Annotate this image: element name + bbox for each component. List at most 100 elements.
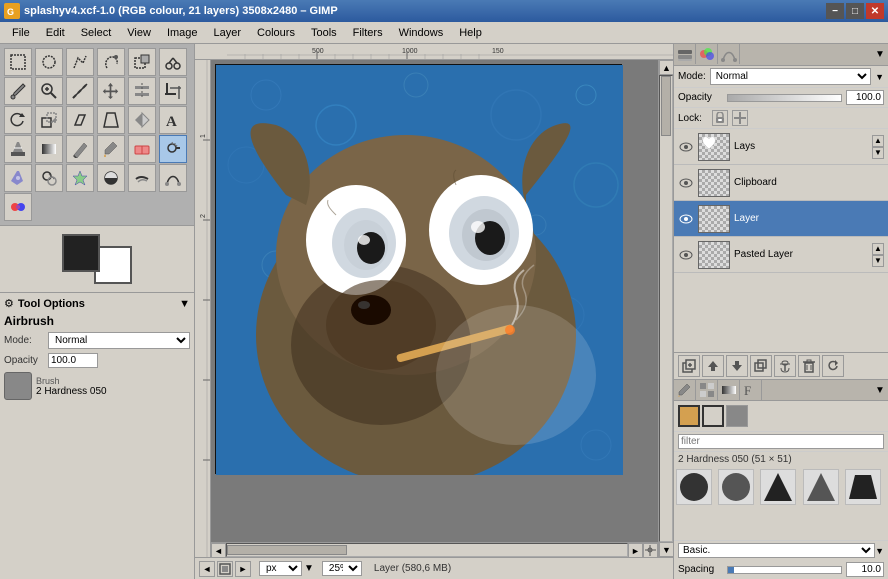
- menu-colours[interactable]: Colours: [249, 25, 303, 41]
- layer-item-lays[interactable]: Lays ▲ ▼: [674, 129, 888, 165]
- tab-patterns[interactable]: [696, 380, 718, 400]
- mode-select[interactable]: Normal: [48, 332, 190, 349]
- brush-swatch-dark[interactable]: [726, 405, 748, 427]
- lower-layer-btn[interactable]: [726, 355, 748, 377]
- tool-heal[interactable]: [66, 164, 94, 192]
- tool-move[interactable]: [97, 77, 125, 105]
- layer-opacity-input[interactable]: 100.0: [846, 90, 884, 105]
- brush-cell-2[interactable]: [718, 469, 754, 505]
- tool-airbrush[interactable]: [159, 135, 187, 163]
- layer-visibility-lays[interactable]: [678, 139, 694, 155]
- menu-tools[interactable]: Tools: [303, 25, 345, 41]
- menu-help[interactable]: Help: [451, 25, 490, 41]
- layer-item-clipboard[interactable]: Clipboard: [674, 165, 888, 201]
- duplicate-layer-btn[interactable]: [750, 355, 772, 377]
- raise-layer-btn[interactable]: [702, 355, 724, 377]
- tool-paintbrush[interactable]: [97, 135, 125, 163]
- tool-zoom[interactable]: [35, 77, 63, 105]
- tool-smudge[interactable]: [128, 164, 156, 192]
- layer-down-lays[interactable]: ▼: [872, 147, 884, 159]
- tool-perspective[interactable]: [97, 106, 125, 134]
- color-swatches[interactable]: [62, 234, 132, 284]
- menu-layer[interactable]: Layer: [206, 25, 250, 41]
- tool-bucket-fill[interactable]: [4, 135, 32, 163]
- tab-paths-icon[interactable]: [718, 44, 740, 64]
- menu-edit[interactable]: Edit: [38, 25, 73, 41]
- vscroll-track[interactable]: [659, 75, 673, 542]
- spacing-input[interactable]: 10.0: [846, 562, 884, 577]
- minimize-button[interactable]: −: [826, 3, 844, 19]
- brush-cell-4[interactable]: [803, 469, 839, 505]
- delete-layer-btn[interactable]: [798, 355, 820, 377]
- brush-filter-input[interactable]: [678, 434, 884, 449]
- brush-swatch-light[interactable]: [702, 405, 724, 427]
- spacing-slider[interactable]: [727, 566, 842, 574]
- tool-ellipse-select[interactable]: [35, 48, 63, 76]
- new-layer-btn[interactable]: [678, 355, 700, 377]
- tool-blend[interactable]: [35, 135, 63, 163]
- layer-visibility-layer[interactable]: [678, 211, 694, 227]
- lock-position-btn[interactable]: [732, 110, 748, 126]
- tool-ink[interactable]: [4, 164, 32, 192]
- tool-shear[interactable]: [66, 106, 94, 134]
- tool-measure[interactable]: [66, 77, 94, 105]
- menu-image[interactable]: Image: [159, 25, 206, 41]
- panel-menu-btn[interactable]: ▼: [872, 44, 888, 65]
- tab-fonts[interactable]: F: [740, 380, 762, 400]
- canvas-image[interactable]: [215, 64, 622, 474]
- tab-gradients[interactable]: [718, 380, 740, 400]
- tool-clone[interactable]: [35, 164, 63, 192]
- tool-crop[interactable]: [159, 77, 187, 105]
- tool-pencil[interactable]: [66, 135, 94, 163]
- menu-windows[interactable]: Windows: [391, 25, 452, 41]
- brush-swatch-gold[interactable]: [678, 405, 700, 427]
- tool-flip[interactable]: [128, 106, 156, 134]
- menu-view[interactable]: View: [119, 25, 159, 41]
- tool-free-select[interactable]: [66, 48, 94, 76]
- tab-brushes[interactable]: [674, 380, 696, 400]
- foreground-color[interactable]: [62, 234, 100, 272]
- menu-filters[interactable]: Filters: [345, 25, 391, 41]
- zoom-select[interactable]: 25% 50% 100%: [322, 561, 362, 576]
- nav-fit-btn[interactable]: [217, 561, 233, 577]
- vscroll-thumb[interactable]: [661, 76, 671, 136]
- unit-select[interactable]: px mm in: [259, 561, 302, 576]
- close-button[interactable]: ✕: [866, 3, 884, 19]
- tool-align[interactable]: [128, 77, 156, 105]
- tool-fuzzy-select[interactable]: [97, 48, 125, 76]
- tool-eraser[interactable]: [128, 135, 156, 163]
- tool-paths[interactable]: [159, 164, 187, 192]
- menu-file[interactable]: File: [4, 25, 38, 41]
- scroll-right-btn[interactable]: ►: [628, 543, 643, 557]
- brush-cell-1[interactable]: [676, 469, 712, 505]
- maximize-button[interactable]: □: [846, 3, 864, 19]
- scroll-corner-btn[interactable]: [643, 543, 658, 557]
- tool-rotate[interactable]: [4, 106, 32, 134]
- nav-next-btn[interactable]: ►: [235, 561, 251, 577]
- tool-scissors[interactable]: [159, 48, 187, 76]
- refresh-layer-btn[interactable]: [822, 355, 844, 377]
- layer-visibility-clipboard[interactable]: [678, 175, 694, 191]
- menu-select[interactable]: Select: [73, 25, 120, 41]
- opacity-input[interactable]: 100.0: [48, 353, 98, 368]
- hscroll-thumb[interactable]: [227, 545, 347, 555]
- tool-color-replace[interactable]: [4, 193, 32, 221]
- tool-rect-select[interactable]: [4, 48, 32, 76]
- brush-cell-5[interactable]: [845, 469, 881, 505]
- tab-channels-icon[interactable]: [696, 44, 718, 64]
- tool-foreground-select[interactable]: [128, 48, 156, 76]
- pasted-down-btn[interactable]: ▼: [872, 255, 884, 267]
- tool-scale[interactable]: [35, 106, 63, 134]
- hscroll-track[interactable]: [226, 543, 628, 557]
- layer-item-pasted[interactable]: Pasted Layer ▲ ▼: [674, 237, 888, 273]
- pasted-up-btn[interactable]: ▲: [872, 243, 884, 255]
- scroll-down-btn[interactable]: ▼: [659, 542, 673, 557]
- tool-text[interactable]: A: [159, 106, 187, 134]
- opacity-slider[interactable]: [727, 94, 842, 102]
- layer-visibility-pasted[interactable]: [678, 247, 694, 263]
- tab-layers-icon[interactable]: [674, 44, 696, 64]
- tool-dodge-burn[interactable]: [97, 164, 125, 192]
- anchor-layer-btn[interactable]: [774, 355, 796, 377]
- canvas-scroll-container[interactable]: ◄ ►: [211, 60, 658, 557]
- tool-options-expand[interactable]: ▼: [179, 298, 190, 310]
